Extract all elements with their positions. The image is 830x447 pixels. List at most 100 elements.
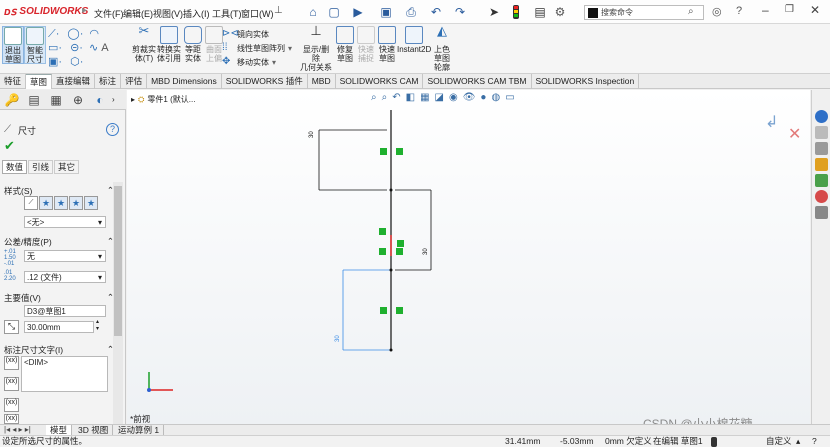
help-icon[interactable]: ? xyxy=(106,123,119,136)
dim-text-below-icon[interactable]: (xx) xyxy=(4,377,19,391)
vertical-relation-badge[interactable] xyxy=(379,228,386,235)
graphics-area[interactable]: ▸ ⛭ 零件1 (默认... ⌕ ⌕ ↶ ◧ ▦ ◪ ◉ 👁 ● ◍ ▭ ↲ ✕… xyxy=(127,90,810,431)
dropdown-icon[interactable]: ▾ xyxy=(288,44,292,53)
line-icon[interactable]: ⟋ xyxy=(48,28,56,40)
tab-9[interactable]: SOLIDWORKS CAM TBM xyxy=(423,74,532,89)
unit-system[interactable]: 自定义 xyxy=(766,436,792,447)
tab-8[interactable]: SOLIDWORKS CAM xyxy=(336,74,424,89)
linear-pattern-button[interactable]: ⁞⁞ 线性草图阵列 ▾ xyxy=(222,42,292,54)
sketch-point[interactable] xyxy=(389,348,393,352)
quick-snaps-button[interactable]: 快速 捕捉 xyxy=(355,26,377,63)
vertical-relation-badge[interactable] xyxy=(379,248,386,255)
sketch-point[interactable] xyxy=(389,188,393,192)
view-palette-icon[interactable] xyxy=(815,158,828,171)
trim-entities-button[interactable]: ✂ 剪裁实 体(T) xyxy=(132,24,156,63)
rectangle-corner-icon[interactable]: ▣ xyxy=(48,56,58,68)
precision-select[interactable]: .12 (文件) ▾ xyxy=(24,271,106,283)
primary-value-section-header[interactable]: 主要值(V) ⌃ xyxy=(4,292,114,304)
more-tabs-icon[interactable]: › xyxy=(112,95,115,104)
instant2d-button[interactable]: Instant2D xyxy=(397,26,431,54)
spline-icon[interactable]: ∿ xyxy=(89,42,98,54)
help-icon[interactable]: ? xyxy=(812,436,817,447)
dimension-text-area[interactable]: <DIM> xyxy=(21,356,108,392)
tab-0[interactable]: 特征 xyxy=(0,74,27,89)
save-style-icon[interactable]: ★ xyxy=(84,196,98,210)
traffic-light-icon[interactable] xyxy=(513,5,519,19)
tab-3[interactable]: 标注 xyxy=(95,74,122,89)
sketch-canvas[interactable]: 30 30 30 xyxy=(127,90,810,424)
search-icon[interactable]: ⌕ xyxy=(688,6,694,17)
dim-text-icon[interactable]: (xx) xyxy=(4,414,19,424)
delete-style-icon[interactable]: ★ xyxy=(69,196,83,210)
text-tool-icon[interactable]: A xyxy=(101,42,108,54)
display-manager-tab[interactable]: ◐ xyxy=(90,92,110,108)
add-style-icon[interactable]: ★ xyxy=(39,196,53,210)
tab-6[interactable]: SOLIDWORKS 插件 xyxy=(222,74,308,89)
file-properties-icon[interactable]: ▤ xyxy=(532,4,548,20)
arc-icon[interactable]: ◠ xyxy=(89,28,99,40)
mirror-entities-button[interactable]: ⊳⊲ 镜向实体 xyxy=(222,28,269,40)
ok-checkmark-icon[interactable]: ✔ xyxy=(4,138,15,154)
redo-icon[interactable]: ↷ xyxy=(452,4,468,20)
tab-10[interactable]: SOLIDWORKS Inspection xyxy=(532,74,640,89)
menu-file[interactable]: 文件(F) xyxy=(94,7,124,20)
shaded-sketch-contours-button[interactable]: ◭ 上色 草图 轮廓 xyxy=(431,24,453,72)
vertical-relation-badge[interactable] xyxy=(396,148,403,155)
pin-icon[interactable]: ⊥ xyxy=(274,5,283,16)
vertical-relation-badge[interactable] xyxy=(380,307,387,314)
options-gear-icon[interactable]: ⚙ xyxy=(552,4,568,20)
tab-1[interactable]: 草图 xyxy=(26,74,53,89)
tab-5[interactable]: MBD Dimensions xyxy=(147,74,222,89)
property-manager-tab[interactable]: ▤ xyxy=(24,92,44,108)
vertical-relation-badge[interactable] xyxy=(380,148,387,155)
close-icon[interactable]: ✕ xyxy=(810,3,820,17)
circle-icon[interactable]: ◯ xyxy=(67,28,79,40)
restore-icon[interactable]: ❐ xyxy=(785,4,794,15)
solidworks-logo[interactable]: ᴅꜱ SOLIDWORKS xyxy=(4,5,88,18)
tolerance-type-select[interactable]: 无 ▾ xyxy=(24,250,106,262)
tab-4[interactable]: 评估 xyxy=(121,74,148,89)
display-delete-relations-button[interactable]: ⊥ 显示/删除 几何关系 xyxy=(299,24,333,72)
value-spinner[interactable]: ▴ ▾ xyxy=(96,319,99,333)
tab-value[interactable]: 数值 xyxy=(2,160,28,174)
smart-dimension-button[interactable]: 智能 尺寸 xyxy=(24,26,46,64)
slot-icon[interactable]: ⊝ xyxy=(70,42,79,54)
tab-leaders[interactable]: 引线 xyxy=(28,160,54,174)
help-icon[interactable]: ? xyxy=(736,5,742,17)
vertical-relation-badge[interactable] xyxy=(396,248,403,255)
resources-icon[interactable] xyxy=(815,110,828,123)
dimxpert-manager-tab[interactable]: ⊕ xyxy=(68,92,88,108)
repair-sketch-button[interactable]: 修复 草图 xyxy=(334,26,356,63)
feature-manager-tab[interactable]: 🔑 xyxy=(2,92,22,108)
dim2-text[interactable]: 30 xyxy=(423,248,429,255)
forum-icon[interactable] xyxy=(815,206,828,219)
menu-window[interactable]: 窗口(W) xyxy=(241,7,274,20)
style-select[interactable]: <无> ▾ xyxy=(24,216,106,228)
menu-insert[interactable]: 插入(I) xyxy=(183,7,210,20)
open-folder-icon[interactable]: ▶ xyxy=(350,4,366,20)
update-style-icon[interactable]: ★ xyxy=(54,196,68,210)
scrollbar-thumb[interactable] xyxy=(114,186,122,336)
dim1-text[interactable]: 30 xyxy=(309,131,315,138)
vertical-relation-badge[interactable] xyxy=(396,307,403,314)
custom-properties-icon[interactable] xyxy=(815,190,828,203)
reverse-direction-icon[interactable]: ⤡ xyxy=(4,320,19,334)
rebuild-indicator-icon[interactable] xyxy=(711,437,717,447)
tab-7[interactable]: MBD xyxy=(308,74,336,89)
tab-scroll-icons[interactable]: |◂ ◂ ▸ ▸| xyxy=(4,425,31,434)
polygon-icon[interactable]: ⬡ xyxy=(70,56,80,68)
exit-sketch-button[interactable]: 退出 草图 xyxy=(2,26,24,64)
arrow-right-icon[interactable]: ▸ xyxy=(82,5,92,17)
rapid-sketch-button[interactable]: 快速 草图 xyxy=(376,26,398,63)
rectangle-icon[interactable]: ▭ xyxy=(48,42,58,54)
save-icon[interactable]: ▣ xyxy=(378,4,394,20)
menu-edit[interactable]: 编辑(E) xyxy=(123,7,153,20)
dimension-name-field[interactable]: D3@草图1 xyxy=(24,305,106,317)
menu-tools[interactable]: 工具(T) xyxy=(212,7,242,20)
dropdown-icon[interactable]: ▴ xyxy=(796,436,800,447)
pm-scrollbar[interactable] xyxy=(113,182,123,424)
tolerance-section-header[interactable]: 公差/精度(P) ⌃ xyxy=(4,236,114,248)
file-explorer-icon[interactable] xyxy=(815,142,828,155)
vertical-relation-badge[interactable] xyxy=(397,240,404,247)
home-icon[interactable]: ⌂ xyxy=(305,4,321,20)
